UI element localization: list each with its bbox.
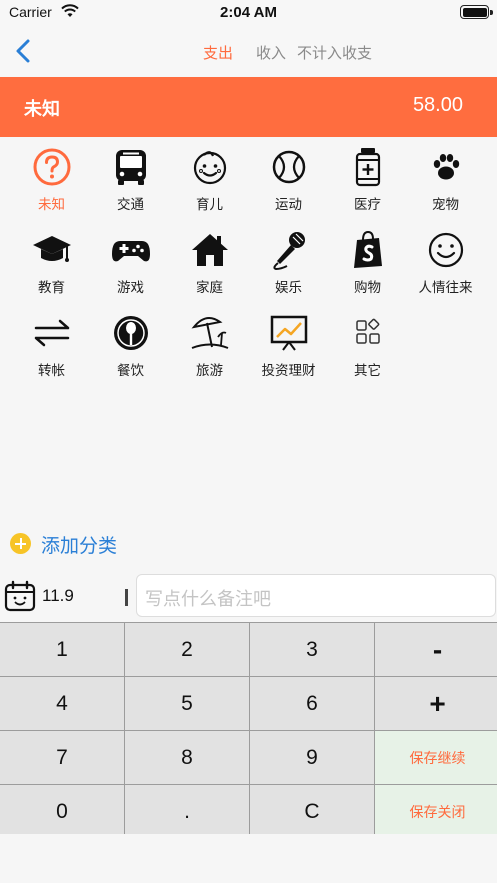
nav-bar: 支出 收入 不计入收支 — [0, 26, 497, 76]
category-unknown[interactable]: 未知 — [12, 137, 91, 219]
status-bar: Carrier 2:04 AM — [0, 0, 497, 26]
category-travel[interactable]: 旅游 — [170, 303, 249, 385]
category-games[interactable]: 游戏 — [91, 220, 170, 302]
add-category-label: 添加分类 — [41, 535, 118, 557]
house-icon — [192, 234, 228, 266]
tab-excluded[interactable]: 不计入收支 — [297, 42, 372, 63]
category-label: 教育 — [38, 280, 65, 296]
home-indicator-area — [0, 834, 497, 883]
category-label: 购物 — [354, 280, 381, 296]
tab-income[interactable]: 收入 — [256, 42, 286, 63]
key-clear[interactable]: C — [250, 785, 374, 838]
tab-expense[interactable]: 支出 — [203, 42, 233, 63]
category-label: 投资理财 — [261, 363, 316, 379]
category-shopping[interactable]: 购物 — [328, 220, 407, 302]
battery-icon — [460, 5, 489, 19]
key-0[interactable]: 0 — [0, 785, 124, 838]
category-label: 人情往来 — [418, 280, 473, 296]
baby-face-icon — [193, 151, 227, 185]
shopping-bag-icon — [354, 230, 382, 268]
key-1[interactable]: 1 — [0, 623, 124, 676]
save-close-button[interactable]: 保存关闭 — [375, 785, 497, 838]
note-input[interactable]: 写点什么备注吧 — [136, 574, 496, 617]
category-dining[interactable]: 餐饮 — [91, 303, 170, 385]
category-sports[interactable]: 运动 — [249, 137, 328, 219]
category-label: 宠物 — [432, 197, 459, 213]
key-2[interactable]: 2 — [125, 623, 249, 676]
key-9[interactable]: 9 — [250, 731, 374, 784]
category-pets[interactable]: 宠物 — [406, 137, 485, 219]
text-cursor — [125, 589, 128, 606]
category-label: 家庭 — [196, 280, 223, 296]
beach-umbrella-icon — [191, 317, 229, 349]
key-8[interactable]: 8 — [125, 731, 249, 784]
microphone-icon — [273, 232, 305, 270]
selected-category-name: 未知 — [24, 99, 60, 120]
graduation-cap-icon — [33, 236, 71, 262]
category-label: 游戏 — [117, 280, 144, 296]
key-4[interactable]: 4 — [0, 677, 124, 730]
transfer-arrows-icon — [34, 319, 70, 347]
add-circle-icon — [10, 533, 31, 554]
clock: 2:04 AM — [220, 4, 277, 21]
category-label: 旅游 — [196, 363, 223, 379]
category-label: 餐饮 — [117, 363, 144, 379]
selected-category-banner: 未知 58.00 — [0, 77, 497, 137]
gamepad-icon — [112, 241, 150, 262]
save-continue-button[interactable]: 保存继续 — [375, 731, 497, 784]
category-transport[interactable]: 交通 — [91, 137, 170, 219]
category-label: 医疗 — [354, 197, 381, 213]
smile-icon — [428, 232, 464, 268]
category-transfer[interactable]: 转帐 — [12, 303, 91, 385]
category-medical[interactable]: 医疗 — [328, 137, 407, 219]
question-circle-icon — [33, 148, 71, 186]
back-chevron-icon[interactable] — [12, 38, 36, 64]
chart-board-icon — [270, 315, 308, 351]
key-6[interactable]: 6 — [250, 677, 374, 730]
category-label: 娱乐 — [275, 280, 302, 296]
medicine-bottle-icon — [355, 148, 381, 187]
category-parenting[interactable]: 育儿 — [170, 137, 249, 219]
category-social[interactable]: 人情往来 — [406, 220, 485, 302]
category-education[interactable]: 教育 — [12, 220, 91, 302]
amount-display: 58.00 — [412, 94, 463, 116]
dining-icon — [114, 316, 148, 350]
category-label: 未知 — [38, 197, 65, 213]
category-label: 交通 — [117, 197, 144, 213]
ball-icon — [272, 150, 306, 184]
key-7[interactable]: 7 — [0, 731, 124, 784]
date-label[interactable]: 11.9 — [42, 586, 74, 606]
keypad: 1 2 3 - 4 5 6 + 7 8 9 保存继续 0 . C 保存关闭 — [0, 622, 497, 838]
key-dot[interactable]: . — [125, 785, 249, 838]
apps-icon — [356, 318, 380, 344]
category-label: 转帐 — [38, 363, 65, 379]
key-minus[interactable]: - — [375, 623, 497, 676]
category-entertainment[interactable]: 娱乐 — [249, 220, 328, 302]
calendar-icon[interactable] — [4, 580, 36, 612]
key-5[interactable]: 5 — [125, 677, 249, 730]
key-plus[interactable]: + — [375, 677, 497, 730]
category-label: 运动 — [275, 197, 302, 213]
category-other[interactable]: 其它 — [328, 303, 407, 385]
category-label: 育儿 — [196, 197, 223, 213]
category-investment[interactable]: 投资理财 — [249, 303, 328, 385]
bus-icon — [116, 150, 146, 185]
category-label: 其它 — [354, 363, 381, 379]
key-3[interactable]: 3 — [250, 623, 374, 676]
paw-icon — [433, 154, 460, 180]
category-family[interactable]: 家庭 — [170, 220, 249, 302]
